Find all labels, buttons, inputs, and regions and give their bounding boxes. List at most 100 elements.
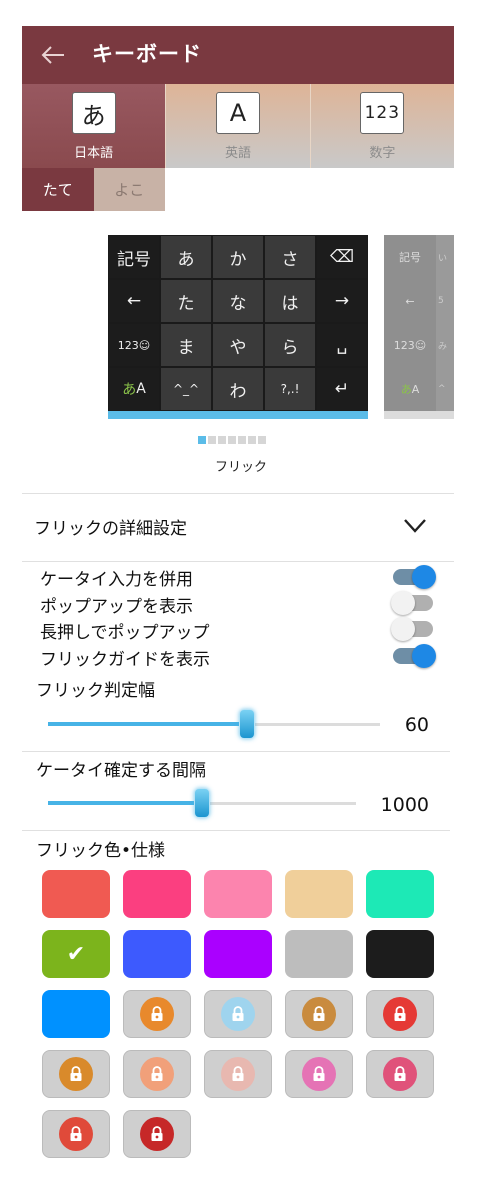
page-dot: [248, 436, 256, 444]
tab-landscape[interactable]: よこ: [93, 168, 165, 211]
preview-key: わ: [212, 367, 264, 411]
pumpkin-icon: [140, 997, 174, 1031]
lock-icon: [151, 1126, 163, 1141]
back-arrow-icon[interactable]: [38, 40, 68, 70]
keitai-interval-slider[interactable]: [48, 788, 356, 818]
pudding-icon: [302, 997, 336, 1031]
lock-icon: [232, 1066, 244, 1081]
color-swatch-paw[interactable]: [123, 1050, 191, 1098]
color-swatch-sky-blue[interactable]: [42, 990, 110, 1038]
keyboard-preview-next[interactable]: 記号 ← 123☺ あA い 5 み ^: [384, 235, 454, 419]
candy-icon: [302, 1057, 336, 1091]
preview-key: あA: [108, 367, 160, 411]
preview-key: や: [212, 323, 264, 367]
option-label: 長押しでポップアップ: [40, 623, 210, 643]
lock-icon: [394, 1066, 406, 1081]
option-label: ケータイ入力を併用: [40, 570, 193, 590]
orientation-tabs: たて よこ: [22, 168, 165, 211]
color-swatch-black[interactable]: [366, 930, 434, 978]
page-dot: [228, 436, 236, 444]
preview-key: さ: [264, 235, 316, 279]
lock-icon: [70, 1126, 82, 1141]
lock-icon: [394, 1006, 406, 1021]
preview-key: か: [212, 235, 264, 279]
preview-key: ま: [160, 323, 212, 367]
slider-thumb[interactable]: [194, 788, 210, 818]
lock-icon: [151, 1066, 163, 1081]
slider-value: 60: [404, 714, 429, 736]
color-swatch-watermelon[interactable]: [42, 1110, 110, 1158]
preview-key: 記号: [108, 235, 160, 279]
keyboard-preview-flick[interactable]: 記号あかさ ⌫ ← たなは → 123☺ まやら ␣ あ A ^_^ わ?,.! ↵: [108, 235, 368, 419]
color-swatch-pink[interactable]: [123, 870, 191, 918]
color-swatch-gray[interactable]: [285, 930, 353, 978]
preview-key: ^: [438, 384, 446, 394]
japanese-key-icon: あ: [71, 92, 116, 134]
preview-key: ^_^: [160, 367, 212, 411]
slider-value: 1000: [380, 794, 429, 816]
preview-key: ら: [264, 323, 316, 367]
tab-label: 数字: [369, 146, 396, 161]
option-label: フリックガイドを表示: [40, 650, 210, 670]
checkmark-icon: ✔: [66, 941, 86, 967]
divider: [22, 830, 450, 831]
divider: [22, 751, 450, 752]
strawberry-icon: [383, 997, 417, 1031]
layout-name: フリック: [214, 460, 267, 475]
page-dot: [238, 436, 246, 444]
tab-portrait[interactable]: たて: [22, 168, 94, 211]
color-swatch-pudding[interactable]: [285, 990, 353, 1038]
color-swatch-blue[interactable]: [123, 930, 191, 978]
color-swatch-strawberry[interactable]: [366, 990, 434, 1038]
lock-icon: [232, 1006, 244, 1021]
slider-label: ケータイ確定する間隔: [36, 761, 206, 781]
page-dot: [208, 436, 216, 444]
preview-key: い: [438, 253, 448, 264]
color-swatch-teal[interactable]: [366, 870, 434, 918]
tab-english[interactable]: A 英語: [166, 84, 311, 168]
preview-key: た: [160, 279, 212, 323]
tab-numbers[interactable]: 123 数字: [310, 84, 454, 168]
toggle-longpress-popup[interactable]: [391, 617, 435, 641]
toggle-keitai-input[interactable]: [393, 565, 436, 589]
color-swatch-green[interactable]: ✔: [42, 930, 110, 978]
preview-key: ↵: [316, 367, 368, 411]
tab-japanese[interactable]: あ 日本語: [22, 84, 167, 168]
section-title[interactable]: フリックの詳細設定: [34, 514, 187, 539]
toggle-flick-guide[interactable]: [393, 644, 436, 668]
number-key-icon: 123: [360, 92, 405, 134]
color-swatch-light-pink[interactable]: [204, 870, 272, 918]
color-swatch-meat[interactable]: [123, 1110, 191, 1158]
lock-icon: [151, 1006, 163, 1021]
chevron-down-icon[interactable]: [400, 514, 430, 538]
color-swatch-candy[interactable]: [285, 1050, 353, 1098]
preview-selected-bar: [108, 411, 368, 419]
divider: [22, 561, 454, 562]
preview-key: 記号: [399, 251, 421, 264]
color-swatch-juice[interactable]: [42, 1050, 110, 1098]
color-swatch-cat-paw[interactable]: [204, 1050, 272, 1098]
toggle-popup[interactable]: [391, 591, 435, 615]
flick-width-slider[interactable]: [48, 709, 380, 739]
color-swatch-red[interactable]: [42, 870, 110, 918]
preview-key: み: [438, 341, 448, 352]
color-swatch-heart[interactable]: [366, 1050, 434, 1098]
tab-label: 英語: [224, 146, 251, 161]
color-swatch-beige[interactable]: [285, 870, 353, 918]
option-label: ポップアップを表示: [40, 597, 193, 617]
preview-key: 123☺: [393, 338, 427, 352]
preview-key: あ: [160, 235, 212, 279]
color-swatch-bird[interactable]: [204, 990, 272, 1038]
lock-icon: [70, 1066, 82, 1081]
slider-thumb[interactable]: [239, 709, 255, 739]
color-swatch-pumpkin[interactable]: [123, 990, 191, 1038]
juice-bottle-icon: [59, 1057, 93, 1091]
page-indicator: [198, 436, 266, 444]
paw-icon: [140, 1057, 174, 1091]
bird-icon: [221, 997, 255, 1031]
preview-key: ?,.!: [264, 367, 316, 411]
color-swatch-purple[interactable]: [204, 930, 272, 978]
preview-key: ←: [108, 279, 160, 323]
preview-key: ⌫: [316, 235, 368, 279]
heart-icon: [383, 1057, 417, 1091]
